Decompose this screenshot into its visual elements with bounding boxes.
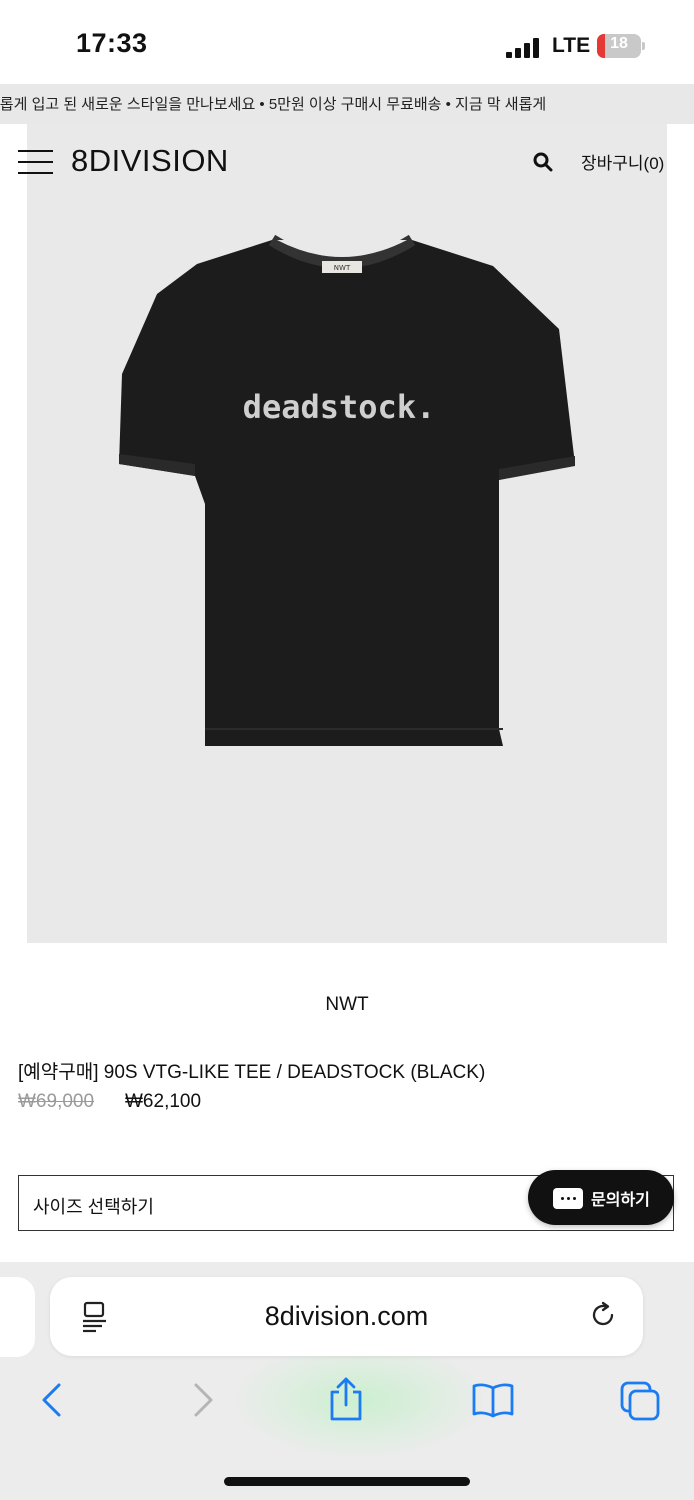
site-logo[interactable]: 8DIVISION bbox=[71, 143, 229, 179]
search-icon[interactable] bbox=[533, 152, 553, 172]
battery-icon: 18 bbox=[597, 34, 641, 58]
status-time: 17:33 bbox=[76, 28, 148, 58]
tshirt-illustration: NWT deadstock. bbox=[119, 234, 575, 746]
forward-icon[interactable] bbox=[182, 1380, 222, 1420]
price-sale: ₩62,100 bbox=[125, 1091, 202, 1112]
inquiry-label: 문의하기 bbox=[591, 1192, 650, 1209]
neck-tag-text: NWT bbox=[334, 264, 351, 272]
battery-cap bbox=[642, 42, 645, 50]
tabs-icon[interactable] bbox=[619, 1380, 660, 1421]
price-original: ₩69,000 bbox=[18, 1091, 95, 1112]
marquee-text: 새롭게 입고 된 새로운 스타일을 만나보세요 • 5만원 이상 구매시 무료배… bbox=[0, 96, 547, 113]
chat-icon bbox=[553, 1188, 583, 1209]
address-bar[interactable]: 8division.com bbox=[50, 1277, 643, 1356]
reload-icon[interactable] bbox=[590, 1301, 618, 1329]
share-icon[interactable] bbox=[326, 1376, 366, 1421]
cellular-signal-icon bbox=[506, 38, 542, 58]
home-indicator bbox=[224, 1477, 470, 1486]
menu-icon[interactable] bbox=[18, 150, 53, 174]
size-select-placeholder: 사이즈 선택하기 bbox=[33, 1197, 154, 1217]
product-title: [예약구매] 90S VTG-LIKE TEE / DEADSTOCK (BLA… bbox=[18, 1062, 486, 1083]
cart-link[interactable]: 장바구니(0) bbox=[581, 149, 664, 174]
shirt-print-text: deadstock. bbox=[243, 388, 436, 426]
announcement-marquee[interactable]: 새롭게 입고 된 새로운 스타일을 만나보세요 • 5만원 이상 구매시 무료배… bbox=[0, 84, 694, 124]
product-brand[interactable]: NWT bbox=[0, 994, 694, 1016]
bookmarks-icon[interactable] bbox=[471, 1380, 514, 1420]
battery-percent: 18 bbox=[610, 35, 628, 52]
network-type: LTE bbox=[552, 34, 591, 57]
previous-tab-preview[interactable] bbox=[0, 1277, 35, 1357]
inquiry-button[interactable]: 문의하기 bbox=[528, 1170, 674, 1225]
product-image[interactable]: NWT deadstock. bbox=[27, 124, 667, 943]
url-text: 8division.com bbox=[264, 1301, 429, 1331]
back-icon[interactable] bbox=[33, 1380, 73, 1420]
